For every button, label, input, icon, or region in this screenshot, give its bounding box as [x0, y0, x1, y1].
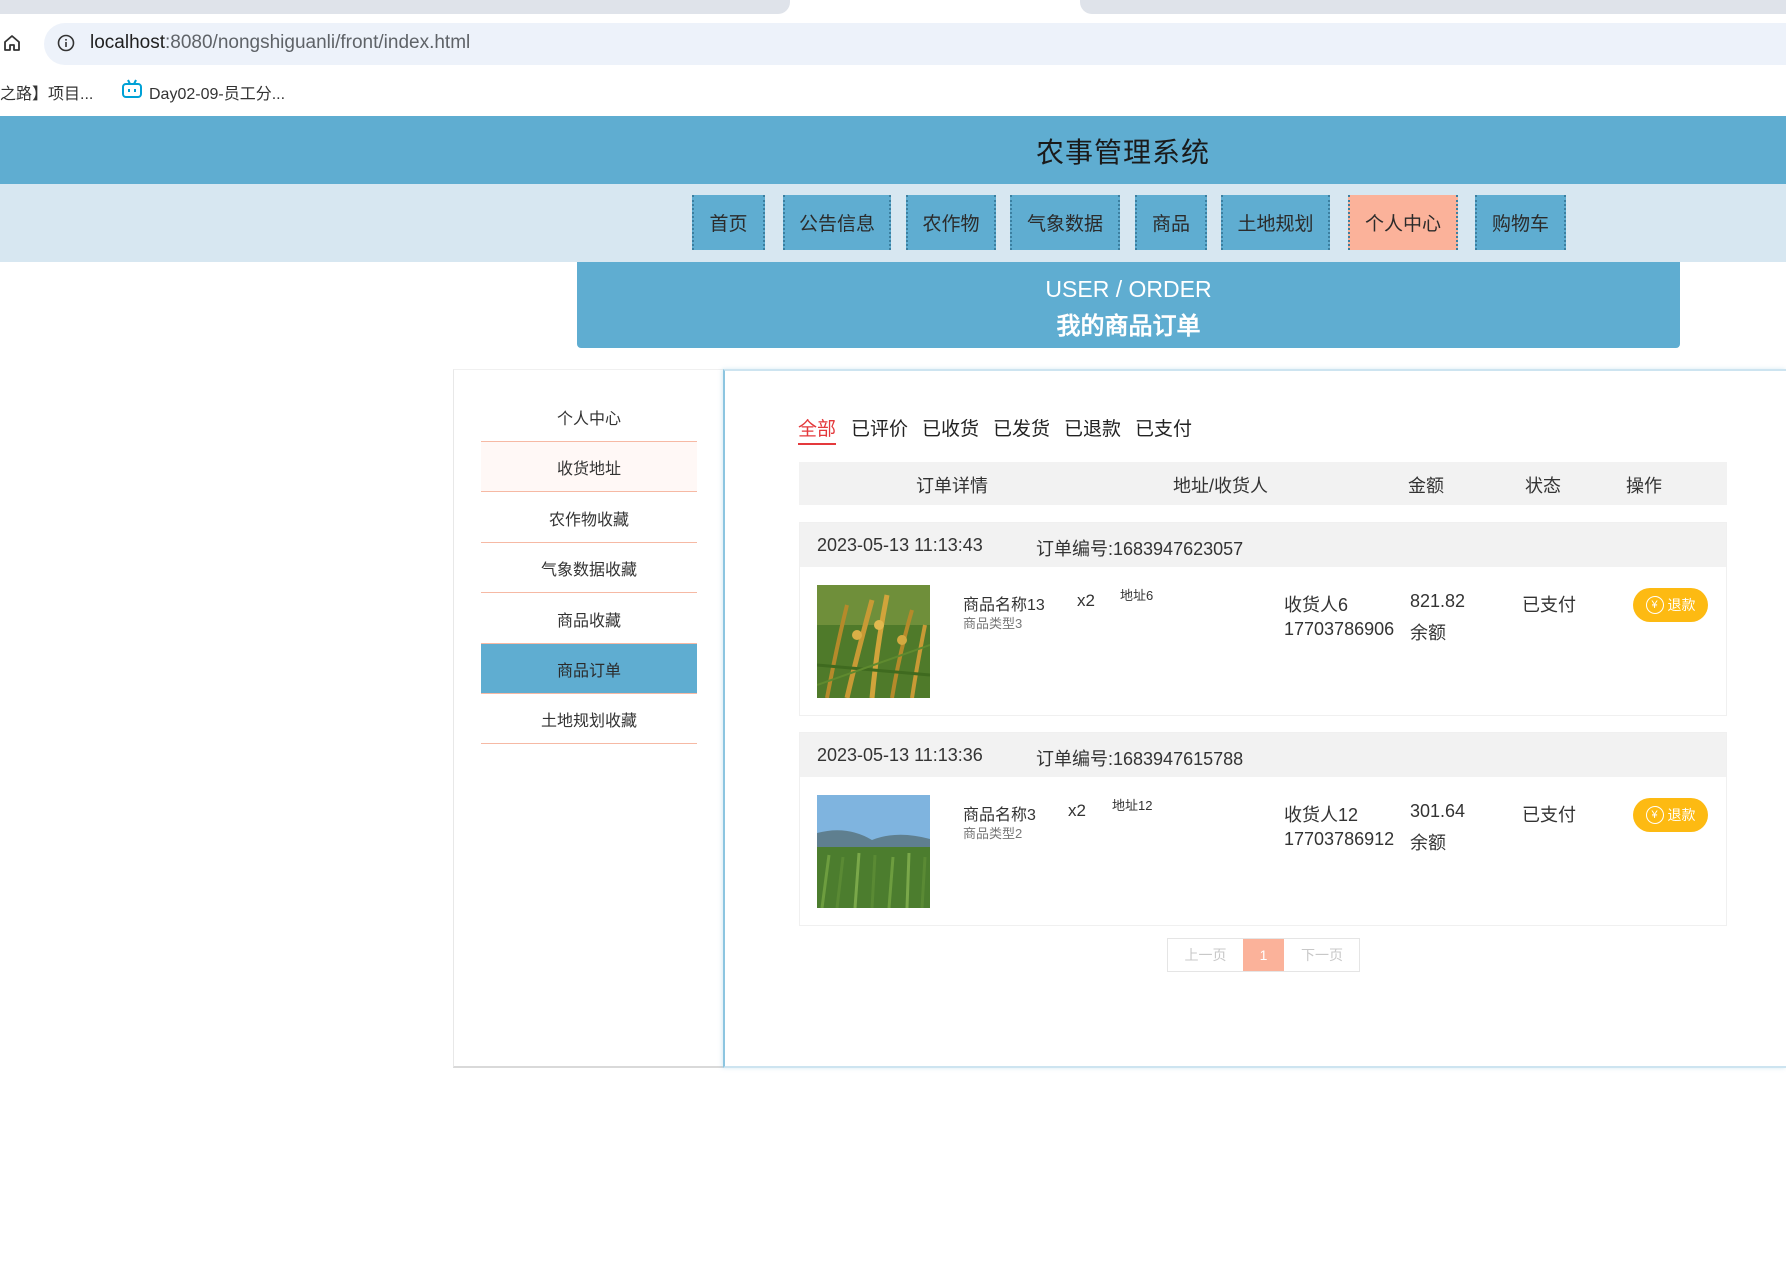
product-image-rice[interactable]	[817, 585, 930, 698]
sidebar-item-crop-favorites[interactable]: 农作物收藏	[481, 493, 697, 543]
order-date: 2023-05-13 11:13:36	[817, 745, 983, 765]
refund-button[interactable]: ¥ 退款	[1633, 588, 1708, 622]
site-title: 农事管理系统	[1036, 137, 1211, 168]
product-name[interactable]: 商品名称13	[963, 591, 1045, 615]
info-icon[interactable]	[56, 33, 76, 53]
page-banner: USER / ORDER 我的商品订单	[577, 262, 1680, 348]
order-quantity: x2	[1068, 801, 1086, 820]
prev-page-button[interactable]: 上一页	[1168, 939, 1243, 971]
url-host: localhost	[90, 32, 165, 53]
filter-tab-refunded[interactable]: 已退款	[1064, 414, 1121, 441]
banner-subtitle: USER / ORDER	[1045, 276, 1212, 302]
order-address: 地址12	[1112, 798, 1153, 813]
filter-tab-paid[interactable]: 已支付	[1135, 414, 1192, 441]
order-number: 订单编号:1683947623057	[1036, 539, 1244, 559]
filter-tab-reviewed[interactable]: 已评价	[851, 414, 908, 441]
product-name[interactable]: 商品名称3	[963, 801, 1036, 825]
receiver-name: 收货人12	[1284, 805, 1359, 825]
order-amount: 301.64	[1410, 801, 1466, 821]
product-image-corn[interactable]	[817, 795, 930, 908]
column-header: 状态	[1525, 476, 1561, 496]
sidebar-item-product-favorites[interactable]: 商品收藏	[481, 594, 697, 644]
browser-tabstrip	[0, 0, 1786, 22]
nav-item-home[interactable]: 首页	[692, 195, 765, 250]
sidebar-item-weather-favorites[interactable]: 气象数据收藏	[481, 543, 697, 593]
bookmark-item[interactable]: 之路】项目...	[0, 80, 93, 104]
nav-item-crops[interactable]: 农作物	[906, 195, 996, 250]
sidebar-item-user-center[interactable]: 个人中心	[481, 392, 697, 442]
filter-tab-all[interactable]: 全部	[798, 414, 837, 445]
receiver-name: 收货人6	[1284, 595, 1349, 615]
column-header: 操作	[1626, 476, 1662, 496]
receiver-phone: 17703786912	[1284, 829, 1395, 849]
nav-item-land-planning[interactable]: 土地规划	[1221, 195, 1330, 250]
home-icon[interactable]	[2, 33, 22, 53]
pagination: 上一页 1 下一页	[1167, 938, 1360, 972]
page-number-current[interactable]: 1	[1243, 939, 1284, 971]
refund-button[interactable]: ¥ 退款	[1633, 798, 1708, 832]
bilibili-icon	[121, 79, 143, 99]
column-header: 订单详情	[916, 476, 988, 496]
browser-tab[interactable]	[1080, 0, 1786, 14]
status-badge: 已支付	[1522, 805, 1576, 825]
order-amount: 821.82	[1410, 591, 1466, 611]
user-sidebar: 个人中心 收货地址 农作物收藏 气象数据收藏 商品收藏 商品订单 土地规划收藏	[453, 369, 723, 1068]
order-number: 订单编号:1683947615788	[1036, 749, 1244, 769]
refund-label: 退款	[1667, 597, 1696, 613]
payment-method: 余额	[1410, 623, 1446, 643]
yen-icon: ¥	[1645, 596, 1664, 614]
page-title: 我的商品订单	[1056, 313, 1201, 340]
payment-method: 余额	[1410, 833, 1446, 853]
nav-item-user-center[interactable]: 个人中心	[1348, 195, 1458, 250]
receiver-phone: 17703786906	[1284, 619, 1395, 639]
nav-item-weather[interactable]: 气象数据	[1010, 195, 1120, 250]
order-card: 2023-05-13 11:13:36 订单编号:1683947615788 商…	[799, 732, 1727, 926]
order-header: 2023-05-13 11:13:43 订单编号:1683947623057	[800, 523, 1726, 567]
yen-icon: ¥	[1645, 806, 1664, 824]
status-badge: 已支付	[1522, 595, 1576, 615]
browser-tab[interactable]	[0, 0, 790, 14]
product-type: 商品类型3	[963, 616, 1023, 631]
order-quantity: x2	[1077, 591, 1095, 610]
filter-tab-received[interactable]: 已收货	[922, 414, 979, 441]
filter-tab-shipped[interactable]: 已发货	[993, 414, 1050, 441]
site-header	[0, 116, 1786, 184]
column-header: 金额	[1408, 476, 1444, 496]
next-page-button[interactable]: 下一页	[1284, 939, 1360, 971]
url-path: :8080/nongshiguanli/front/index.html	[165, 32, 471, 53]
refund-label: 退款	[1667, 807, 1696, 823]
sidebar-item-product-orders[interactable]: 商品订单	[481, 644, 697, 694]
order-date: 2023-05-13 11:13:43	[817, 535, 983, 555]
nav-item-products[interactable]: 商品	[1135, 195, 1207, 250]
column-header: 地址/收货人	[1173, 476, 1269, 496]
order-header: 2023-05-13 11:13:36 订单编号:1683947615788	[800, 733, 1726, 777]
url-text[interactable]: localhost:8080/nongshiguanli/front/index…	[90, 32, 470, 54]
sidebar-item-address[interactable]: 收货地址	[481, 442, 697, 492]
order-address: 地址6	[1120, 588, 1154, 603]
sidebar-item-land-favorites[interactable]: 土地规划收藏	[481, 694, 697, 744]
order-card: 2023-05-13 11:13:43 订单编号:1683947623057 商…	[799, 522, 1727, 716]
product-type: 商品类型2	[963, 826, 1023, 841]
nav-item-cart[interactable]: 购物车	[1475, 195, 1566, 250]
bookmark-item[interactable]: Day02-09-员工分...	[149, 80, 285, 104]
nav-item-notices[interactable]: 公告信息	[783, 195, 891, 250]
